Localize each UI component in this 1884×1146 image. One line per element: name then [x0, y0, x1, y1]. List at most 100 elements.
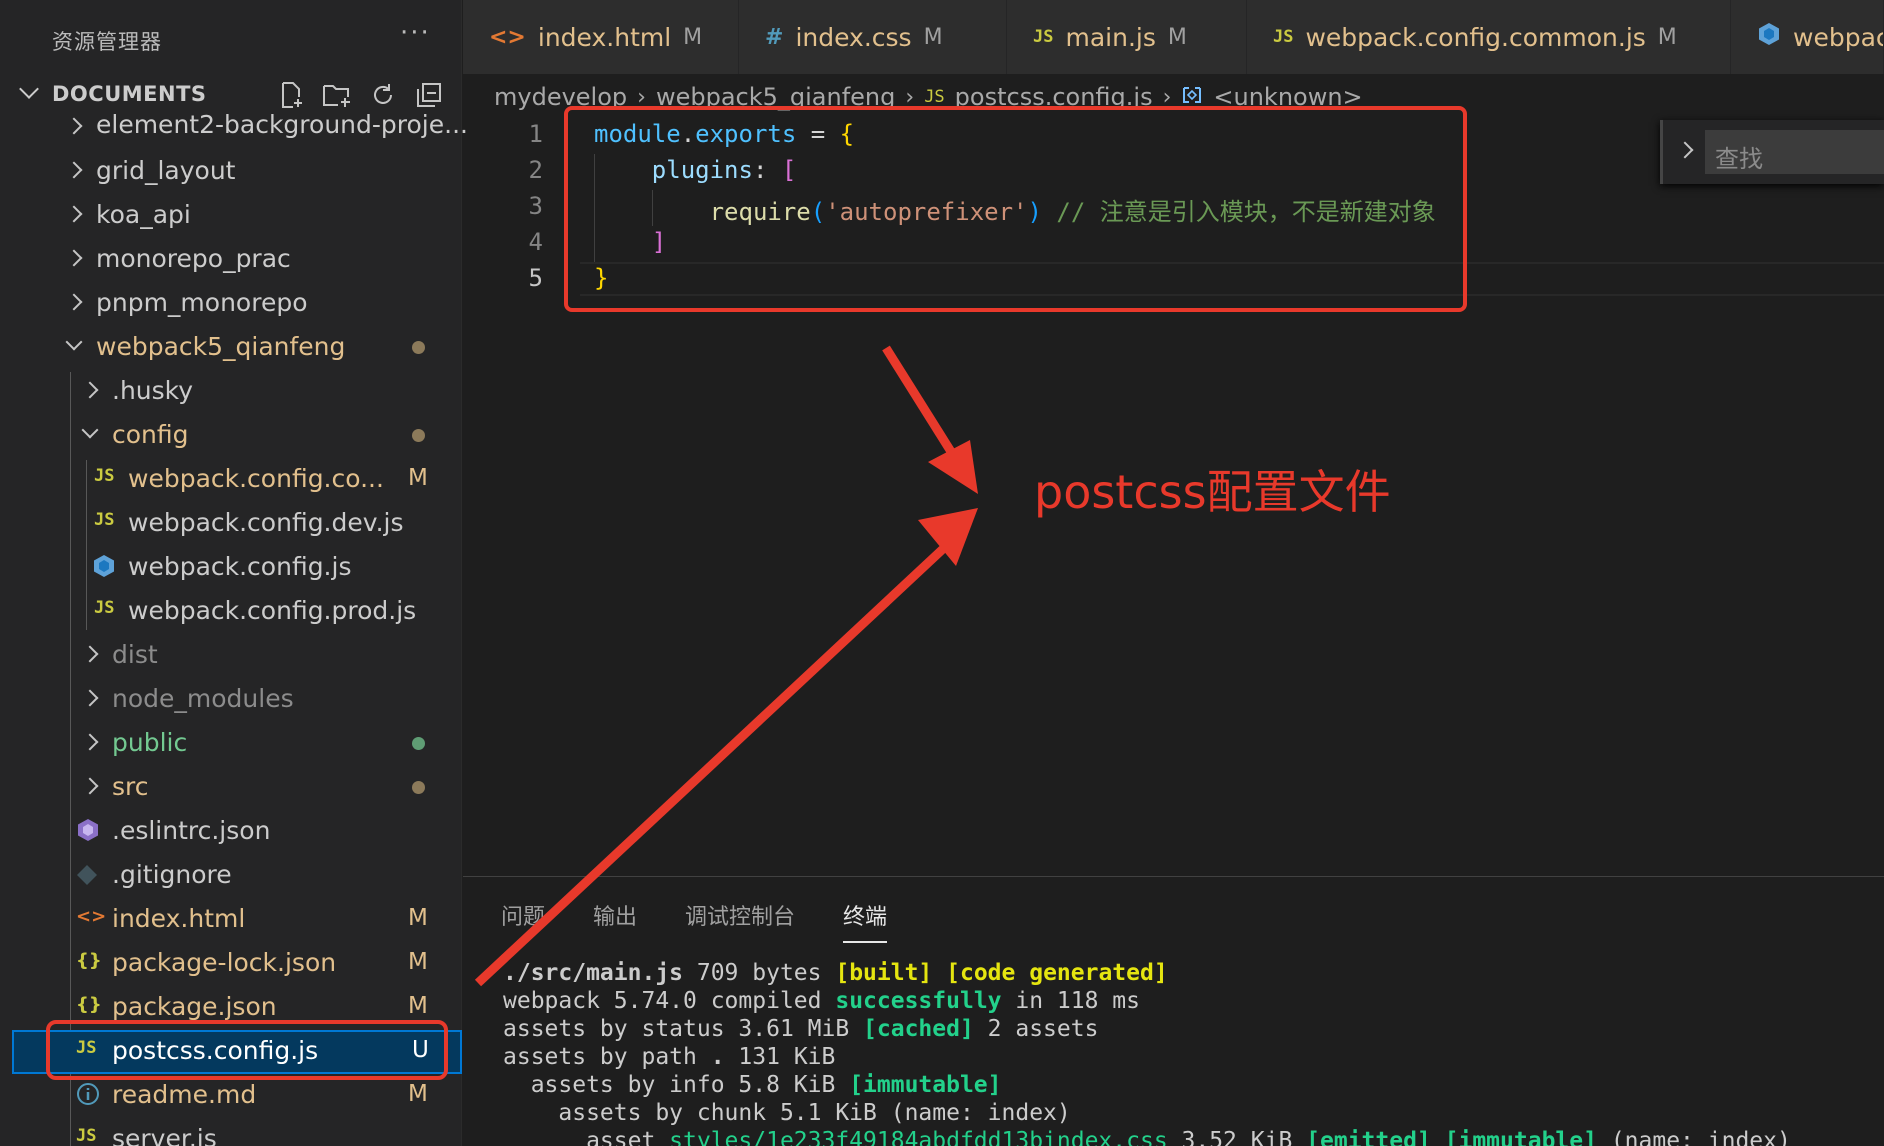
- tab-debug-console[interactable]: 调试控制台: [685, 899, 795, 943]
- terminal-output[interactable]: ./src/main.js 709 bytes [built] [code ge…: [503, 959, 1791, 1146]
- tab-label: main.js: [1065, 22, 1156, 52]
- terminal-line: assets by chunk 5.1 KiB (name: index): [503, 1100, 1071, 1126]
- tab-label: webpac: [1793, 22, 1884, 52]
- tab-index-html[interactable]: <> index.html M: [463, 0, 739, 74]
- tree-folder-element2[interactable]: element2-background-proje...: [0, 106, 468, 150]
- tree-folder-node-modules[interactable]: node_modules: [0, 678, 462, 722]
- line-number: 5: [528, 264, 543, 292]
- git-file-icon: [76, 864, 98, 891]
- explorer-title: 资源管理器: [52, 30, 162, 54]
- chevron-right-icon: [81, 777, 99, 795]
- modified-dot: [412, 781, 425, 794]
- webpack-file-icon: [92, 554, 116, 583]
- chevron-right-icon: [65, 249, 83, 267]
- git-status-badge: M: [408, 1081, 428, 1107]
- tab-modified-mark: M: [683, 24, 703, 50]
- tab-problems[interactable]: 问题: [501, 899, 545, 943]
- tree-file-webpack-config-common[interactable]: JS webpack.config.co... M: [0, 458, 462, 502]
- tab-main-js[interactable]: JS main.js M: [1007, 0, 1247, 74]
- eslint-file-icon: [76, 818, 100, 847]
- tab-modified-mark: M: [923, 24, 943, 50]
- javascript-file-icon: JS: [94, 466, 115, 486]
- tree-folder-monorepo-prac[interactable]: monorepo_prac: [0, 238, 462, 282]
- annotation-label: postcss配置文件: [1034, 465, 1391, 519]
- tree-folder-dist[interactable]: dist: [0, 634, 462, 678]
- info-file-icon: [76, 1082, 100, 1111]
- tab-label: index.html: [537, 22, 672, 52]
- tree-file-server-js[interactable]: JS server.js: [0, 1118, 462, 1146]
- javascript-file-icon: JS: [1033, 27, 1054, 47]
- explorer-header: 资源管理器 ···: [0, 0, 462, 72]
- chevron-right-icon: [81, 689, 99, 707]
- find-input[interactable]: 查找: [1705, 130, 1884, 174]
- tab-webpack-config[interactable]: webpac: [1731, 0, 1884, 74]
- git-status-badge: M: [408, 465, 428, 491]
- javascript-file-icon: JS: [94, 510, 115, 530]
- chevron-down-icon: [19, 79, 39, 99]
- section-title: DOCUMENTS: [52, 82, 207, 106]
- chevron-right-icon: [65, 293, 83, 311]
- chevron-down-icon: [81, 421, 99, 439]
- line-number: 1: [528, 120, 543, 148]
- javascript-file-icon: JS: [924, 87, 945, 107]
- tab-modified-mark: M: [1657, 24, 1677, 50]
- tab-webpack-config-common[interactable]: JS webpack.config.common.js M: [1247, 0, 1731, 74]
- tree-file-index-html[interactable]: <> index.html M: [0, 898, 462, 942]
- annotation-box-file: [46, 1020, 448, 1080]
- added-dot: [412, 737, 425, 750]
- terminal-line: assets by info 5.8 KiB [immutable]: [503, 1072, 1002, 1098]
- modified-dot: [412, 429, 425, 442]
- terminal-line: ./src/main.js 709 bytes [built] [code ge…: [503, 960, 1168, 986]
- terminal-line: asset styles/1e233f49184abdfdd13bindex.c…: [503, 1128, 1791, 1146]
- javascript-file-icon: JS: [94, 598, 115, 618]
- tree-folder-koa-api[interactable]: koa_api: [0, 194, 462, 238]
- line-number: 2: [528, 156, 543, 184]
- tree-folder-husky[interactable]: .husky: [0, 370, 462, 414]
- chevron-right-icon: [81, 733, 99, 751]
- tree-file-package-lock-json[interactable]: {} package-lock.json M: [0, 942, 462, 986]
- tree-folder-grid-layout[interactable]: grid_layout: [0, 150, 462, 194]
- html-file-icon: <>: [489, 24, 526, 50]
- javascript-file-icon: JS: [1273, 27, 1294, 47]
- explorer-sidebar: 资源管理器 ··· DOCUMENTS element2-background-…: [0, 0, 468, 1146]
- chevron-down-icon: [65, 333, 83, 351]
- more-actions-icon[interactable]: ···: [400, 18, 431, 48]
- bottom-panel: 问题 输出 调试控制台 终端 ./src/main.js 709 bytes […: [463, 876, 1884, 1146]
- chevron-right-icon[interactable]: [1676, 141, 1694, 159]
- tree-folder-config[interactable]: config: [0, 414, 462, 458]
- tab-index-css[interactable]: # index.css M: [739, 0, 1007, 74]
- terminal-line: assets by path . 131 KiB: [503, 1044, 836, 1070]
- javascript-file-icon: JS: [76, 1126, 97, 1146]
- tree-folder-pnpm-monorepo[interactable]: pnpm_monorepo: [0, 282, 462, 326]
- tree-file-gitignore[interactable]: .gitignore: [0, 854, 462, 898]
- modified-dot: [412, 341, 425, 354]
- css-file-icon: #: [765, 24, 784, 50]
- chevron-right-icon: [81, 645, 99, 663]
- tab-terminal[interactable]: 终端: [843, 899, 888, 943]
- line-number: 3: [528, 192, 543, 220]
- terminal-line: webpack 5.74.0 compiled successfully in …: [503, 988, 1140, 1014]
- tree-file-eslintrc[interactable]: .eslintrc.json: [0, 810, 462, 854]
- chevron-right-icon: [81, 381, 99, 399]
- tab-label: index.css: [795, 22, 912, 52]
- arrow-shaft-top: [882, 345, 959, 461]
- panel-tabs: 问题 输出 调试控制台 终端: [501, 899, 888, 943]
- tree-folder-src[interactable]: src: [0, 766, 462, 810]
- chevron-right-icon: [65, 161, 83, 179]
- chevron-right-icon: [65, 205, 83, 223]
- arrow-head-top: [928, 440, 978, 494]
- editor-tabs: <> index.html M # index.css M JS main.js…: [463, 0, 1884, 74]
- tree-file-webpack-config-dev[interactable]: JS webpack.config.dev.js: [0, 502, 462, 546]
- tab-modified-mark: M: [1167, 24, 1187, 50]
- git-status-badge: M: [408, 905, 428, 931]
- find-widget: 查找: [1660, 120, 1884, 184]
- chevron-right-icon: [65, 117, 83, 135]
- tree-file-readme[interactable]: readme.md M: [0, 1074, 462, 1118]
- tree-folder-webpack5-qianfeng[interactable]: webpack5_qianfeng: [0, 326, 462, 370]
- json-file-icon: {}: [76, 994, 102, 1015]
- tab-output[interactable]: 输出: [593, 899, 637, 943]
- tree-file-webpack-config[interactable]: webpack.config.js: [0, 546, 462, 590]
- tree-folder-public[interactable]: public: [0, 722, 462, 766]
- tree-file-webpack-config-prod[interactable]: JS webpack.config.prod.js: [0, 590, 462, 634]
- line-number: 4: [528, 228, 543, 256]
